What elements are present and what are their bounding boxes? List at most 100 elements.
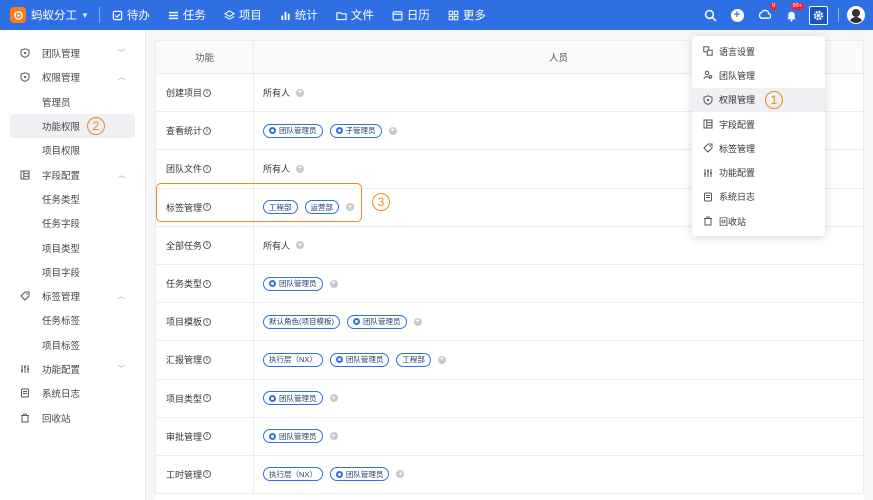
sidebar-item-label: 任务类型 (42, 194, 81, 206)
nav-item[interactable]: 待办 (112, 0, 150, 30)
nav-item[interactable]: 日历 (392, 0, 430, 30)
role-tag[interactable]: 团队管理员 (329, 352, 390, 367)
role-icon (335, 356, 343, 364)
member-tag[interactable]: 工程部 (396, 352, 431, 367)
nav-item[interactable]: 任务 (168, 0, 206, 30)
sidebar-item-label: 项目权限 (42, 146, 81, 158)
dropdown-item[interactable]: 团队管理 (692, 63, 825, 87)
top-navbar: 蚂蚁分工 ▼ 待办 任务 项目 统计 文件 日历 更多 + 9 99+ (0, 0, 873, 30)
sync-button[interactable]: 9 (755, 3, 777, 24)
role-tag[interactable]: 团队管理员 (329, 467, 390, 482)
sidebar-group[interactable]: 回收站 (0, 405, 145, 429)
sidebar-item[interactable]: 项目标签 (0, 333, 145, 357)
dropdown-item[interactable]: 回收站 (692, 209, 825, 233)
member-tag[interactable]: 工程部 (263, 200, 298, 215)
function-name: 查看统计 (166, 126, 203, 137)
sidebar-item[interactable]: 任务字段 (0, 211, 145, 235)
grid-icon (448, 10, 459, 20)
add-member-icon[interactable]: + (296, 241, 305, 250)
sidebar-item[interactable]: 项目类型 (0, 235, 145, 259)
role-icon (269, 432, 276, 440)
sliders-icon (21, 365, 29, 373)
member-tag[interactable]: 执行层（NX） (263, 467, 323, 482)
add-member-icon[interactable]: + (296, 164, 305, 173)
sidebar-group-label: 标签管理 (42, 292, 81, 304)
dropdown-item-label: 系统日志 (719, 192, 756, 203)
sidebar-group[interactable]: 系统日志 (0, 381, 145, 405)
search-icon[interactable] (701, 6, 719, 24)
notification-button[interactable]: 99+ (782, 3, 804, 24)
layers-icon (223, 9, 235, 20)
app-logo[interactable]: 蚂蚁分工 ▼ (0, 0, 89, 30)
role-tag[interactable]: 团队管理员 (263, 276, 323, 291)
info-icon[interactable]: i (203, 241, 212, 250)
function-name: 创建项目 (166, 88, 203, 99)
people-cell: 执行层（NX） 团队管理员 工程部 + (254, 341, 863, 378)
nav-item-label: 更多 (462, 10, 486, 22)
sidebar-group[interactable]: 字段配置 ︿ (0, 162, 145, 186)
member-tag[interactable]: 运营部 (304, 200, 339, 215)
role-tag[interactable]: 团队管理员 (263, 123, 323, 138)
add-member-icon[interactable]: + (396, 470, 405, 479)
sidebar-group-label: 字段配置 (42, 170, 81, 182)
sidebar-group[interactable]: 权限管理 ︿ (0, 65, 145, 89)
info-icon[interactable]: i (203, 355, 212, 364)
sidebar-item[interactable]: 任务标签 (0, 308, 145, 332)
add-member-icon[interactable]: + (413, 317, 422, 326)
dropdown-item[interactable]: 权限管理 1 (692, 87, 825, 112)
nav-item[interactable]: 项目 (223, 0, 262, 30)
trash-icon (704, 216, 712, 226)
add-member-icon[interactable]: + (329, 394, 338, 403)
settings-button[interactable] (809, 5, 828, 25)
function-cell: 工时管理 i (156, 455, 254, 494)
sidebar-item[interactable]: 项目权限 (0, 138, 145, 162)
info-icon[interactable]: i (203, 470, 212, 479)
add-member-icon[interactable]: + (329, 279, 338, 288)
sidebar-item[interactable]: 项目字段 (0, 260, 145, 284)
info-icon[interactable]: i (203, 203, 212, 212)
info-icon[interactable]: i (203, 317, 212, 326)
info-icon[interactable]: i (203, 432, 212, 441)
role-tag[interactable]: 团队管理员 (347, 314, 407, 329)
divider (98, 7, 100, 23)
info-icon[interactable]: i (203, 164, 212, 173)
function-name: 团队文件 (166, 164, 203, 175)
sidebar-item[interactable]: 管理员 (0, 90, 145, 114)
nav-item[interactable]: 文件 (336, 0, 374, 30)
sidebar-group[interactable]: 团队管理 ﹀ (0, 41, 145, 65)
dropdown-item[interactable]: 功能配置 (692, 160, 825, 184)
dropdown-item[interactable]: 语言设置 (692, 39, 825, 63)
add-member-icon[interactable]: + (388, 126, 397, 135)
function-cell: 全部任务 i (156, 226, 254, 264)
sidebar-item[interactable]: 功能权限 2 (10, 113, 135, 139)
role-tag[interactable]: 子管理员 (329, 123, 382, 138)
add-member-icon[interactable]: + (329, 432, 338, 441)
add-member-icon[interactable]: + (296, 88, 305, 97)
info-icon[interactable]: i (203, 394, 212, 403)
info-icon[interactable]: i (203, 126, 212, 135)
dropdown-item[interactable]: 系统日志 (692, 185, 825, 209)
add-button[interactable]: + (728, 6, 746, 24)
nav-item[interactable]: 统计 (280, 0, 318, 30)
dropdown-item[interactable]: 字段配置 (692, 112, 825, 136)
role-tag-label: 团队管理员 (279, 393, 317, 403)
member-tag-label: 执行层（NX） (269, 469, 317, 479)
settings-dropdown-menu: 语言设置 团队管理 权限管理 1 字段配置 标签管理 功能配置系统日志回收站 (692, 36, 825, 236)
role-tag[interactable]: 团队管理员 (263, 429, 323, 444)
sidebar-item-label: 任务标签 (42, 316, 81, 328)
table-row: 审批管理 i 团队管理员 + (155, 417, 864, 456)
sidebar-item[interactable]: 任务类型 (0, 187, 145, 211)
member-tag[interactable]: 执行层（NX） (263, 352, 323, 367)
user-avatar[interactable] (847, 6, 865, 24)
info-icon[interactable]: i (203, 279, 212, 288)
add-member-icon[interactable]: + (437, 355, 446, 364)
role-tag[interactable]: 团队管理员 (263, 391, 323, 406)
sidebar-group[interactable]: 标签管理 ︿ (0, 284, 145, 308)
sidebar-group[interactable]: 功能配置 ﹀ (0, 357, 145, 381)
function-cell: 查看统计 i (156, 112, 254, 150)
nav-item[interactable]: 更多 (448, 0, 486, 30)
member-tag[interactable]: 默认角色(项目模板) (263, 314, 340, 329)
dropdown-item[interactable]: 标签管理 (692, 136, 825, 160)
info-icon[interactable]: i (203, 88, 212, 97)
add-member-icon[interactable]: + (346, 203, 354, 212)
